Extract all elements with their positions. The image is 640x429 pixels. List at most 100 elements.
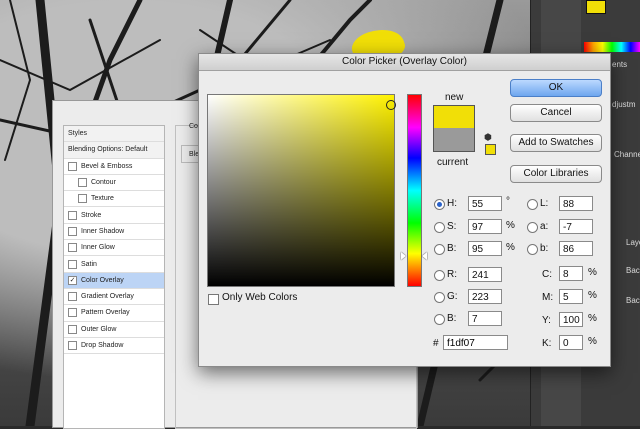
brightness-input[interactable]: 95 (468, 241, 502, 256)
style-item-checkbox[interactable] (68, 292, 77, 302)
style-item-label: Texture (91, 195, 114, 203)
gamut-warning-swatch[interactable] (485, 144, 496, 155)
style-item-checkbox[interactable]: ✓ (68, 275, 77, 285)
style-item[interactable]: Stroke (64, 207, 164, 224)
style-item[interactable]: Texture (64, 191, 164, 208)
style-section-title: Co (189, 123, 198, 130)
green-radio[interactable] (434, 292, 445, 303)
style-item-label: Gradient Overlay (81, 293, 134, 301)
cyan-label: C: (542, 269, 552, 280)
style-item[interactable]: ✓ Color Overlay (64, 272, 164, 289)
hex-input[interactable]: f1df07 (443, 335, 508, 350)
style-item[interactable]: Drop Shadow (64, 338, 164, 355)
yellow-input[interactable]: 100 (559, 312, 583, 327)
magenta-input[interactable]: 5 (559, 289, 583, 304)
brightness-label: B: (447, 243, 457, 254)
hue-input[interactable]: 55 (468, 196, 502, 211)
red-label: R: (447, 269, 457, 280)
brightness-unit: % (506, 242, 515, 253)
add-to-swatches-button[interactable]: Add to Swatches (510, 134, 602, 152)
red-radio[interactable] (434, 270, 445, 281)
style-item[interactable]: Satin (64, 256, 164, 273)
style-item-checkbox[interactable] (68, 259, 77, 269)
brightness-radio[interactable] (434, 244, 445, 255)
lab-a-radio[interactable] (527, 222, 538, 233)
style-item-label: Inner Glow (81, 244, 115, 252)
style-item[interactable]: Inner Glow (64, 240, 164, 257)
style-item-checkbox[interactable] (68, 243, 77, 253)
panel-tab-ents[interactable]: ents (612, 60, 627, 69)
only-web-colors-checkbox[interactable] (208, 294, 219, 305)
color-ramp[interactable] (584, 42, 640, 52)
saturation-unit: % (506, 220, 515, 231)
dialog-title: Color Picker (Overlay Color) (199, 54, 610, 71)
green-input[interactable]: 223 (468, 289, 502, 304)
style-item[interactable]: Bevel & Emboss (64, 159, 164, 175)
lab-b-input[interactable]: 86 (559, 241, 593, 256)
style-item[interactable]: Inner Shadow (64, 224, 164, 241)
green-label: G: (447, 291, 458, 302)
cyan-unit: % (588, 267, 597, 278)
saturation-input[interactable]: 97 (468, 219, 502, 234)
yellow-unit: % (588, 313, 597, 324)
black-input[interactable]: 0 (559, 335, 583, 350)
only-web-colors-label: Only Web Colors (222, 292, 298, 303)
color-picker-dialog: Color Picker (Overlay Color) Only Web Co… (198, 53, 611, 367)
style-item[interactable]: Outer Glow (64, 322, 164, 338)
lab-a-input[interactable]: -7 (559, 219, 593, 234)
black-unit: % (588, 336, 597, 347)
blending-options-item[interactable]: Blending Options: Default (64, 142, 164, 159)
current-color-swatch[interactable] (433, 128, 475, 152)
hue-slider-left-arrow-icon[interactable] (401, 252, 406, 260)
saturation-radio[interactable] (434, 222, 445, 233)
style-item-checkbox[interactable] (68, 324, 77, 334)
ok-button[interactable]: OK (510, 79, 602, 97)
panel-tab-channels[interactable]: Channe (614, 150, 640, 159)
lab-l-radio[interactable] (527, 199, 538, 210)
foreground-color-swatch[interactable] (586, 0, 606, 14)
style-item-label: Contour (91, 179, 116, 187)
hex-hash-label: # (433, 338, 439, 349)
gamut-cube-icon[interactable]: ⬢ (484, 132, 492, 143)
red-input[interactable]: 241 (468, 267, 502, 282)
style-item-label: Stroke (81, 211, 102, 219)
current-color-label: current (437, 157, 469, 168)
style-item-checkbox[interactable] (68, 341, 77, 350)
layer-name-3[interactable]: Back (626, 296, 640, 305)
color-field[interactable] (207, 94, 395, 287)
black-label: K: (542, 338, 552, 349)
lab-b-radio[interactable] (527, 244, 538, 255)
style-item-checkbox[interactable] (68, 210, 77, 220)
style-item-checkbox[interactable] (68, 308, 77, 318)
color-field-marker[interactable] (386, 100, 396, 110)
layer-name-1[interactable]: Laye (626, 238, 640, 247)
cyan-input[interactable]: 8 (559, 266, 583, 281)
color-libraries-button[interactable]: Color Libraries (510, 165, 602, 183)
hue-label: H: (447, 198, 457, 209)
magenta-unit: % (588, 290, 597, 301)
panel-tab-adjustments[interactable]: djustm (612, 100, 636, 109)
style-item-checkbox[interactable] (78, 178, 87, 188)
blue-radio[interactable] (434, 314, 445, 325)
yellow-label: Y: (542, 315, 551, 326)
style-item-checkbox[interactable] (68, 161, 77, 171)
lab-a-label: a: (540, 221, 549, 232)
styles-list: Styles Blending Options: Default Bevel &… (63, 125, 165, 429)
blue-input[interactable]: 7 (468, 311, 502, 326)
style-item-label: Color Overlay (81, 276, 124, 284)
style-item[interactable]: Gradient Overlay (64, 289, 164, 306)
style-item-label: Satin (81, 260, 97, 268)
style-item[interactable]: Pattern Overlay (64, 305, 164, 322)
hue-radio[interactable] (434, 199, 445, 210)
style-item[interactable]: Contour (64, 175, 164, 192)
hue-slider-right-arrow-icon[interactable] (422, 252, 427, 260)
hue-slider[interactable] (407, 94, 422, 287)
style-item-checkbox[interactable] (68, 226, 77, 236)
layer-name-2[interactable]: Back (626, 266, 640, 275)
lab-l-label: L: (540, 198, 549, 209)
lab-l-input[interactable]: 88 (559, 196, 593, 211)
cancel-button[interactable]: Cancel (510, 104, 602, 122)
styles-header[interactable]: Styles (64, 126, 164, 143)
magenta-label: M: (542, 292, 554, 303)
style-item-checkbox[interactable] (78, 194, 87, 204)
